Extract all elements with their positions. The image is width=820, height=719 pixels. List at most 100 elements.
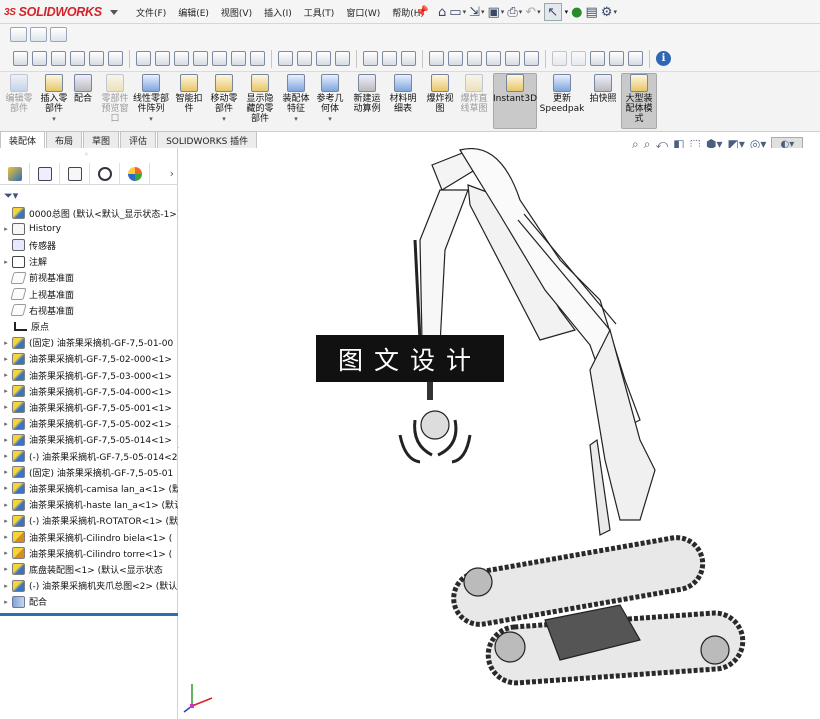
select-icon[interactable]: ↖: [543, 3, 562, 21]
options-icon[interactable]: ⚙ ▾: [601, 3, 617, 21]
expand-arrow-icon[interactable]: ▸: [0, 501, 12, 509]
tab-addins[interactable]: SOLIDWORKS 插件: [157, 131, 258, 148]
properties-icon[interactable]: [155, 51, 170, 66]
tab-evaluate[interactable]: 评估: [120, 131, 157, 148]
plane-tool-icon[interactable]: [316, 51, 331, 66]
new-motion-study-button[interactable]: 新建运 动算例: [350, 74, 384, 114]
tree-item[interactable]: ▸ 配合: [0, 594, 178, 610]
solidworks-logo[interactable]: 3S SOLIDWORKS: [4, 4, 118, 20]
new-document-icon[interactable]: ▭ ▾: [449, 3, 466, 21]
copy-icon[interactable]: [250, 51, 265, 66]
tree-item[interactable]: 原点: [0, 318, 178, 334]
menu-view[interactable]: 视图(V): [215, 6, 258, 19]
expand-arrow-icon[interactable]: ▸: [0, 452, 12, 460]
mate-button[interactable]: 配合: [72, 74, 94, 104]
take-snapshot-button[interactable]: 拍快照: [588, 74, 618, 104]
zoom-fit-icon[interactable]: [13, 51, 28, 66]
macro-icon[interactable]: [524, 51, 539, 66]
graphics-area[interactable]: [179, 148, 820, 719]
tree-item[interactable]: 上视基准面: [0, 286, 178, 302]
file-icon[interactable]: [552, 51, 567, 66]
rebuild-icon[interactable]: ●: [571, 3, 582, 21]
expand-arrow-icon[interactable]: ▸: [0, 403, 12, 411]
tree-item[interactable]: ▸ (固定) 油茶果采摘机-GF-7,5-01-00: [0, 335, 178, 351]
save-as-icon[interactable]: [174, 51, 189, 66]
expand-arrow-icon[interactable]: ▸: [0, 225, 12, 233]
tree-item[interactable]: ▸ History: [0, 221, 178, 237]
show-hidden-components-button[interactable]: 显示隐 藏的零 部件: [243, 74, 277, 124]
file-properties-icon[interactable]: ▤: [586, 3, 598, 21]
exploded-view-button[interactable]: 爆炸视 图: [424, 74, 456, 114]
tree-item[interactable]: ▸ (-) 油茶果采摘机-ROTATOR<1> (默: [0, 513, 178, 529]
tree-item[interactable]: ▸ 油茶果采摘机-camisa lan_a<1> (默: [0, 480, 178, 496]
tree-item[interactable]: ▸ 油茶果采摘机-haste lan_a<1> (默认: [0, 497, 178, 513]
update-speedpak-button[interactable]: 更新 Speedpak: [540, 74, 584, 114]
table-icon[interactable]: [467, 51, 482, 66]
tree-item[interactable]: ▸ (-) 油茶果采摘机-GF-7,5-05-014<2: [0, 448, 178, 464]
pin-icon[interactable]: 📌: [415, 5, 429, 18]
appearance-icon[interactable]: [231, 51, 246, 66]
bill-of-materials-button[interactable]: 材料明 细表: [386, 74, 420, 114]
tree-item[interactable]: ▸ 油茶果采摘机-GF-7,5-02-000<1>: [0, 351, 178, 367]
zoom-area-icon[interactable]: [32, 51, 47, 66]
tree-item[interactable]: ▸ 油茶果采摘机-GF-7,5-05-014<1>: [0, 432, 178, 448]
tree-item[interactable]: 传感器: [0, 237, 178, 253]
home-icon[interactable]: ⌂: [438, 3, 446, 21]
menu-window[interactable]: 窗口(W): [340, 6, 386, 19]
displaymanager-tab[interactable]: [120, 162, 150, 185]
undo-icon[interactable]: ↶ ▾: [525, 3, 540, 21]
expand-arrow-icon[interactable]: ▸: [0, 258, 12, 266]
large-assembly-mode-button[interactable]: 大型装 配体模 式: [621, 73, 657, 129]
explode-line-sketch-button[interactable]: 爆炸直 线草图: [457, 74, 491, 114]
diamond-icon[interactable]: [590, 51, 605, 66]
expand-arrow-icon[interactable]: ▸: [0, 484, 12, 492]
tab-layout[interactable]: 布局: [46, 131, 83, 148]
document-icon[interactable]: [136, 51, 151, 66]
filter-icon[interactable]: ⏷▾: [4, 189, 18, 203]
expand-arrow-icon[interactable]: ▸: [0, 582, 12, 590]
section-view-icon[interactable]: [70, 51, 85, 66]
tree-item[interactable]: 前视基准面: [0, 270, 178, 286]
open-icon[interactable]: ⇲ ▾: [469, 3, 484, 21]
expand-arrow-icon[interactable]: ▸: [0, 468, 12, 476]
tree-item[interactable]: ▸ 底盘装配图<1> (默认<显示状态: [0, 561, 178, 577]
instant3d-button[interactable]: Instant3D: [493, 73, 537, 129]
print-preview-icon[interactable]: [193, 51, 208, 66]
tree-item[interactable]: ▸ 油茶果采摘机-GF-7,5-04-000<1>: [0, 383, 178, 399]
tab-assembly[interactable]: 装配体: [0, 131, 46, 148]
propertymanager-tab[interactable]: [30, 162, 60, 185]
expand-arrow-icon[interactable]: ▸: [0, 420, 12, 428]
tree-item[interactable]: ▸ 油茶果采摘机-Cilindro torre<1> (: [0, 545, 178, 561]
printer-icon[interactable]: [335, 51, 350, 66]
insert-components-button[interactable]: 插入零 部件 ▾: [36, 74, 72, 124]
tree-item[interactable]: ▸ (-) 油茶果采摘机夹爪总图<2> (默认: [0, 578, 178, 594]
rollback-bar[interactable]: [0, 613, 178, 616]
expand-arrow-icon[interactable]: ▸: [0, 565, 12, 573]
plus-icon[interactable]: [505, 51, 520, 66]
part-icon[interactable]: [30, 27, 47, 42]
tree-item[interactable]: ▸ 油茶果采摘机-GF-7,5-03-000<1>: [0, 367, 178, 383]
component-preview-button[interactable]: 零部件 预览窗 口: [98, 74, 132, 124]
paste-icon[interactable]: [278, 51, 293, 66]
expand-arrow-icon[interactable]: ▸: [0, 533, 12, 541]
menu-edit[interactable]: 编辑(E): [172, 6, 215, 19]
tree-item[interactable]: 右视基准面: [0, 302, 178, 318]
tree-item[interactable]: ▸ 油茶果采摘机-Cilindro biela<1> (: [0, 529, 178, 545]
expand-arrow-icon[interactable]: ▸: [0, 371, 12, 379]
menu-insert[interactable]: 插入(I): [258, 6, 298, 19]
expand-arrow-icon[interactable]: ▸: [0, 549, 12, 557]
menu-file[interactable]: 文件(F): [130, 6, 172, 19]
configurationmanager-tab[interactable]: [60, 162, 90, 185]
previous-view-icon[interactable]: [51, 51, 66, 66]
drawing-icon[interactable]: [212, 51, 227, 66]
tree-item[interactable]: ▸ (固定) 油茶果采摘机-GF-7,5-05-01: [0, 464, 178, 480]
tab-sketch[interactable]: 草图: [83, 131, 120, 148]
tree-item[interactable]: ▸ 油茶果采摘机-GF-7,5-05-002<1>: [0, 416, 178, 432]
reference-geometry-button[interactable]: 参考几 何体 ▾: [314, 74, 346, 124]
expand-arrow-icon[interactable]: ▸: [0, 339, 12, 347]
expand-arrow-icon[interactable]: ▸: [0, 387, 12, 395]
print-icon[interactable]: ⎙ ▾: [507, 3, 522, 21]
chevron-right-icon[interactable]: ›: [170, 167, 174, 180]
gear-icon[interactable]: [382, 51, 397, 66]
camera-icon[interactable]: [10, 27, 27, 42]
